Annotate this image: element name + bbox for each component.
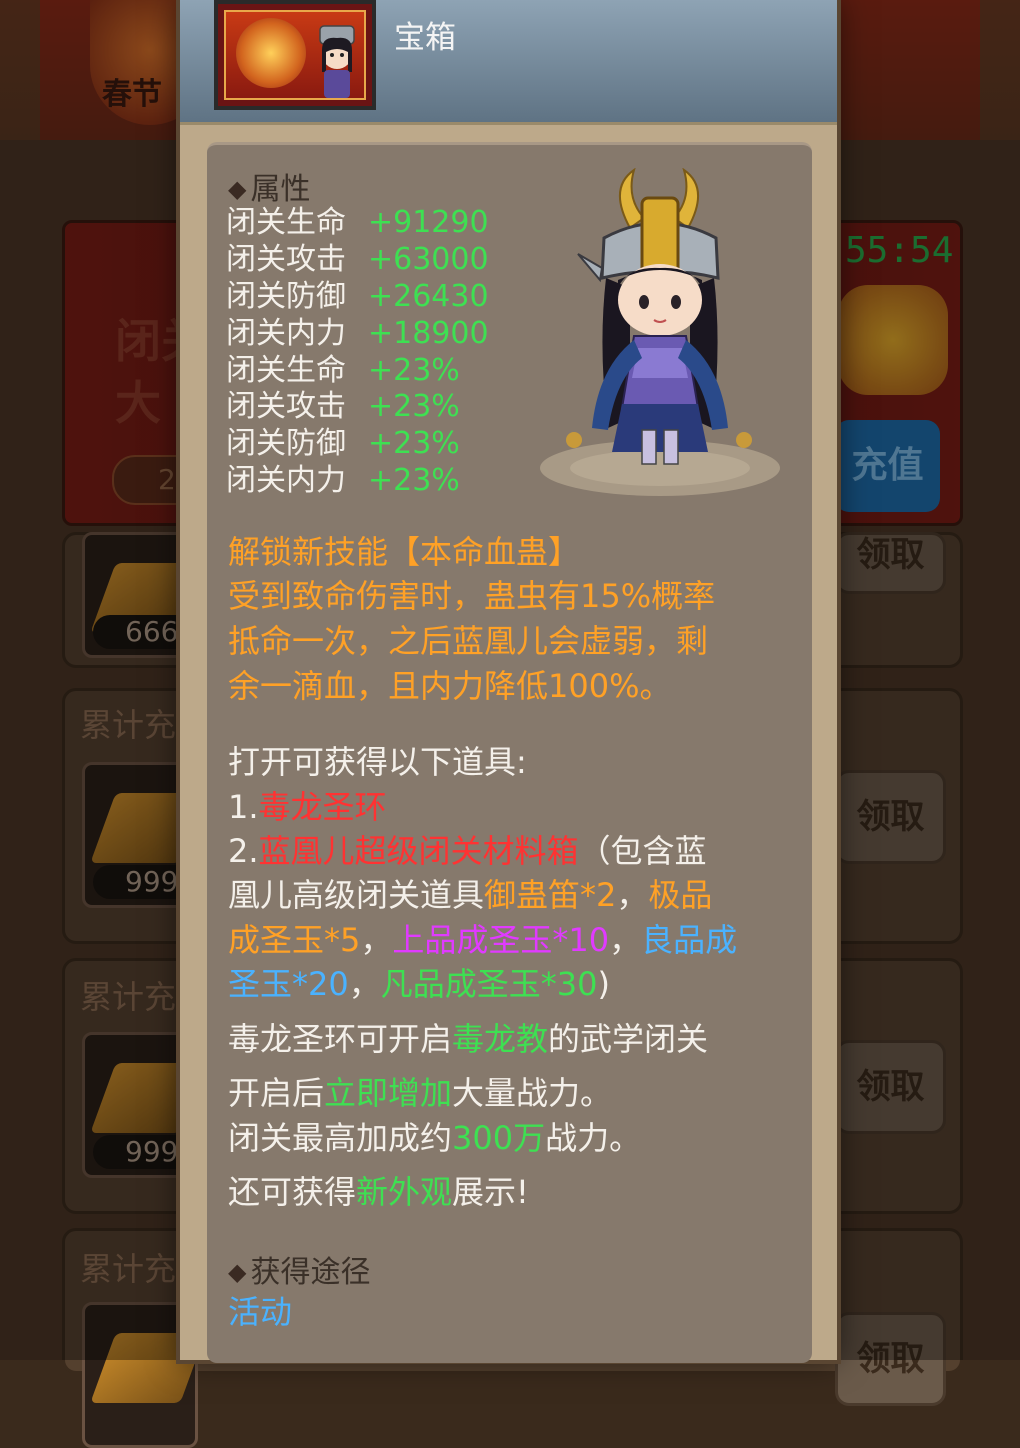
contents-item-1: 1.毒龙圣环 [228,785,788,830]
stat-row: 闭关生命 +91290 [226,205,489,242]
contents-item-2-desc: 凰儿高级闭关道具御蛊笛*2，极品 [228,873,788,918]
stat-value: +91290 [368,205,489,240]
item-number: 2. [228,832,259,870]
source-header: ◆ 获得途径 [228,1247,370,1291]
unlock-info-line: 毒龙圣环可开启毒龙教的武学闭关 [228,1017,788,1062]
info-text: 的武学闭关 [548,1020,709,1058]
source-header-label: 获得途径 [250,1255,371,1290]
golden-crown-icon [236,18,306,88]
stat-name: 闭关内力 [226,315,346,351]
stat-row: 闭关攻击 +63000 [226,242,489,279]
sect-name: 毒龙教 [452,1020,549,1058]
info-highlight: 新外观 [356,1173,453,1211]
item-number: 1. [228,788,259,826]
separator: ， [609,921,642,959]
stat-name: 闭关生命 [226,352,346,388]
diamond-bullet-icon: ◆ [228,1258,247,1286]
separator: ， [348,965,381,1003]
stat-value: +23% [368,352,460,388]
jade-good-reward: 良品成 [641,921,738,959]
stat-value: +63000 [368,241,489,277]
skill-description-line: 抵命一次，之后蓝凰儿会虚弱，剩 [228,622,709,660]
stat-name: 闭关防御 [226,278,346,314]
info-highlight: 立即增加 [324,1074,453,1112]
attributes-header: ◆ 属性 [228,164,310,208]
contents-intro: 打开可获得以下道具: [228,743,527,781]
flute-reward: 御蛊笛*2 [484,876,617,914]
separator: ， [616,876,649,914]
item-name-material-box: 蓝凰儿超级闭关材料箱 [258,832,579,870]
contents-item-2-desc: 圣玉*20，凡品成圣玉*30) [228,962,788,1007]
stat-row: 闭关内力 +23% [226,463,489,500]
item-icon-frame [214,0,376,110]
source-link-activity[interactable]: 活动 [228,1290,788,1335]
stat-name: 闭关攻击 [226,389,346,425]
stat-row: 闭关防御 +23% [226,426,489,463]
info-text: 战力。 [545,1119,642,1157]
unlock-info-line: 开启后立即增加大量战力。 [228,1071,788,1116]
stat-row: 闭关生命 +23% [226,353,489,390]
popup-title: 宝箱 [394,20,456,56]
stat-row: 闭关防御 +26430 [226,279,489,316]
skill-unlock-title: 解锁新技能【本命血蛊】 [228,533,581,571]
stat-name: 闭关内力 [226,463,346,499]
diamond-bullet-icon: ◆ [228,175,247,203]
stats-list: 闭关生命 +91290 闭关攻击 +63000 闭关防御 +26430 闭关内力 +18… [226,205,489,500]
unlock-info-line: 闭关最高加成约300万战力。 [228,1116,788,1161]
item-desc: 凰儿高级闭关道具 [228,876,485,914]
item-name-dragon-ring: 毒龙圣环 [258,788,387,826]
skill-description-line: 受到致命伤害时，蛊虫有15%概率 [228,577,716,615]
info-text: 闭关最高加成约 [228,1119,453,1157]
info-highlight: 300万 [452,1119,546,1157]
stat-value: +23% [368,426,460,462]
info-text: 展示! [452,1173,529,1211]
info-text: 还可获得 [228,1173,357,1211]
stat-value: +23% [368,389,460,425]
jade-high-reward: 上品成圣玉*10 [392,921,610,959]
stat-name: 闭关攻击 [226,241,346,277]
jade-common-reward: 凡品成圣玉*30 [380,965,598,1003]
jade-good-reward: 圣玉*20 [228,965,349,1003]
stat-value: +18900 [368,315,489,351]
unlock-info-line: 还可获得新外观展示! [228,1170,788,1215]
skill-description-line: 余一滴血，且内力降低100%。 [228,667,672,705]
stat-name: 闭关防御 [226,426,346,462]
contents-item-2: 2.蓝凰儿超级闭关材料箱（包含蓝 [228,829,788,874]
info-text: 毒龙圣环可开启 [228,1020,453,1058]
info-text: 大量战力。 [452,1074,613,1112]
stat-name: 闭关生命 [226,205,346,240]
stat-row: 闭关攻击 +23% [226,389,489,426]
item-desc: （包含蓝 [578,832,707,870]
character-portrait-icon [319,25,355,98]
separator: ， [360,921,393,959]
chest-item-icon [224,10,366,100]
calligraphy-decoration [600,0,820,122]
character-figure-icon [540,168,780,496]
info-text: 开启后 [228,1074,325,1112]
stat-value: +23% [368,463,460,499]
stat-value: +26430 [368,278,489,314]
jade-top-reward: 成圣玉*5 [228,921,361,959]
stat-row: 闭关内力 +18900 [226,316,489,353]
jade-top-reward: 极品 [648,876,713,914]
attributes-header-label: 属性 [250,172,311,207]
contents-item-2-desc: 成圣玉*5，上品成圣玉*10，良品成 [228,918,788,963]
close-paren: ) [597,965,610,1003]
